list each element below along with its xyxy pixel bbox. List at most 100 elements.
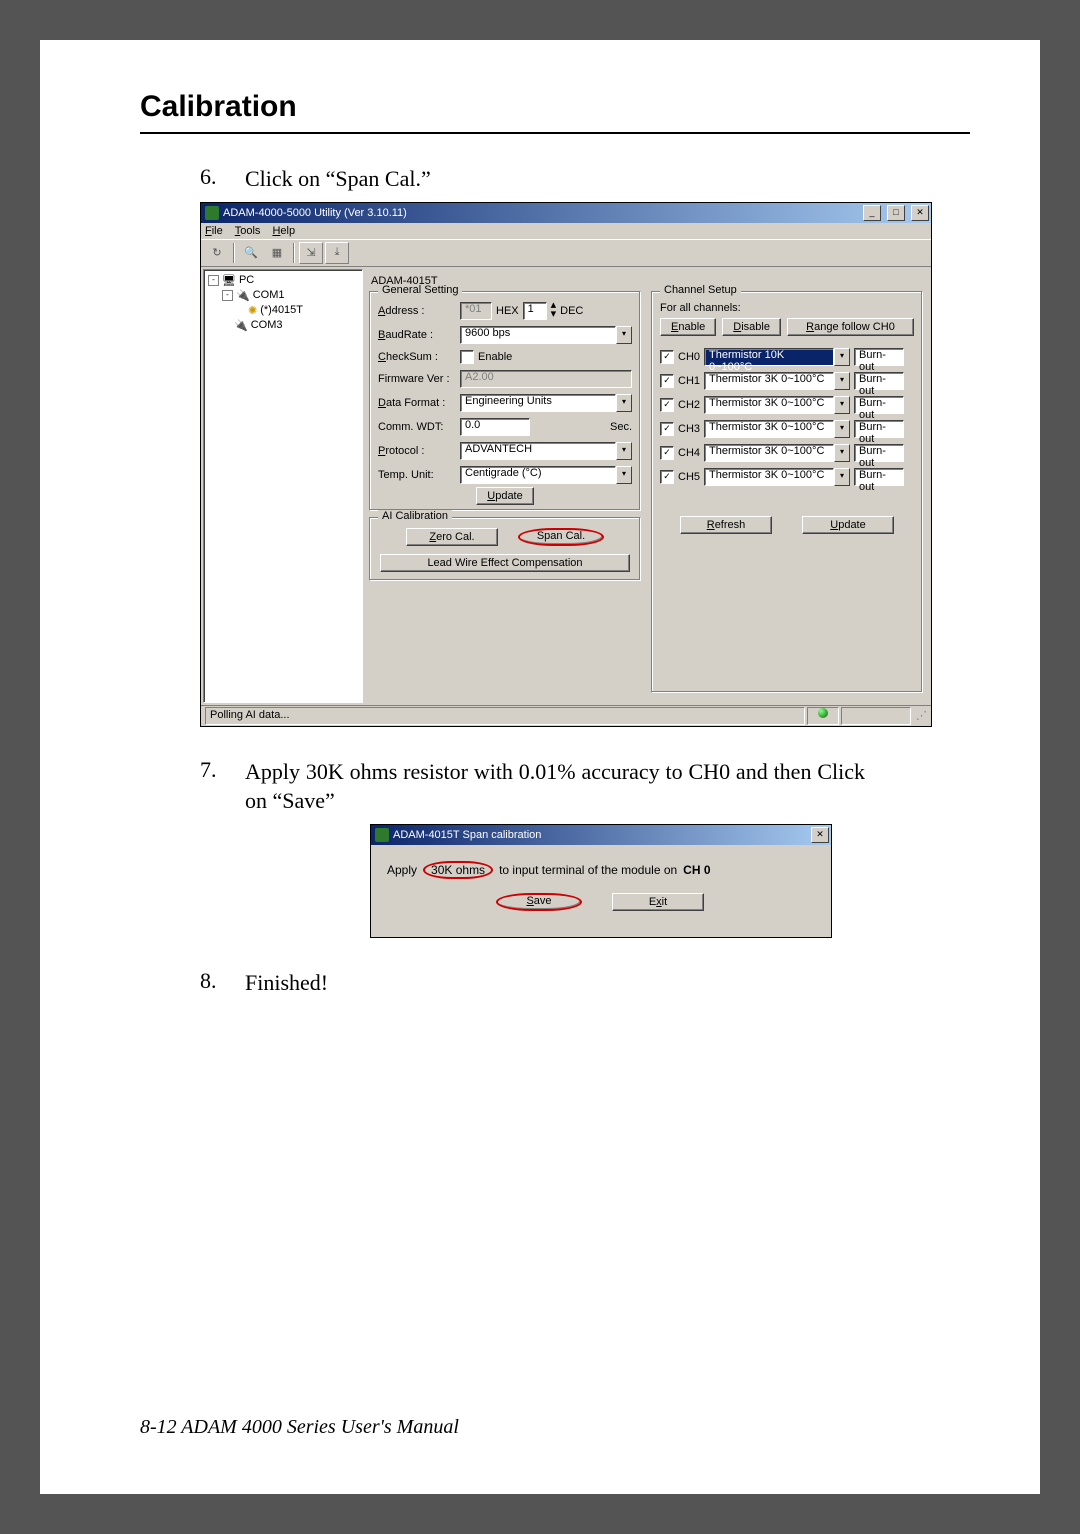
chevron-down-icon[interactable]: ▾	[616, 326, 632, 344]
chevron-down-icon[interactable]: ▾	[834, 444, 850, 462]
channels-enable-button[interactable]: Enable	[660, 318, 716, 336]
checksum-checkbox[interactable]	[460, 350, 474, 364]
channel-range-combo[interactable]: Thermistor 3K 0~100°C	[704, 468, 834, 486]
channel-enable-checkbox[interactable]: ✓	[660, 374, 674, 388]
span-cal-dialog: ADAM-4015T Span calibration ✕ Apply 30K …	[370, 824, 832, 938]
port-icon: 🔌	[236, 289, 250, 302]
channel-burnout-field[interactable]: Burn-out	[854, 468, 904, 486]
channel-burnout-field[interactable]: Burn-out	[854, 444, 904, 462]
range-follow-button[interactable]: Range follow CH0	[787, 318, 914, 336]
dialog-close-button[interactable]: ✕	[811, 827, 829, 843]
channel-index-label: CH2	[678, 399, 700, 411]
channel-enable-checkbox[interactable]: ✓	[660, 446, 674, 460]
channel-range-combo[interactable]: Thermistor 3K 0~100°C	[704, 372, 834, 390]
toolbar-save-icon[interactable]: ⤓	[325, 242, 349, 264]
tree-collapse-icon[interactable]: -	[222, 290, 233, 301]
chevron-down-icon[interactable]: ▾	[834, 348, 850, 366]
toolbar-refresh-icon[interactable]: ↻	[205, 242, 229, 264]
channel-enable-checkbox[interactable]: ✓	[660, 398, 674, 412]
lead-wire-comp-button[interactable]: Lead Wire Effect Compensation	[380, 554, 631, 572]
hex-label: HEX	[496, 305, 519, 317]
dialog-save-button[interactable]: Save	[496, 893, 582, 911]
chevron-down-icon[interactable]: ▾	[616, 394, 632, 412]
address-hex-input[interactable]: *01	[460, 302, 492, 320]
channel-row: ✓CH4Thermistor 3K 0~100°C▾Burn-out	[660, 444, 914, 462]
tempunit-combo[interactable]: Centigrade (°C)	[460, 466, 616, 484]
baud-combo[interactable]: 9600 bps	[460, 326, 616, 344]
protocol-combo[interactable]: ADVANTECH	[460, 442, 616, 460]
maximize-button[interactable]: □	[887, 205, 905, 221]
channel-burnout-field[interactable]: Burn-out	[854, 420, 904, 438]
firmware-label: Firmware Ver :	[378, 373, 456, 385]
wdt-unit: Sec.	[610, 421, 632, 433]
channel-range-combo[interactable]: Thermistor 10K 0~100°C	[704, 348, 834, 366]
channel-burnout-field[interactable]: Burn-out	[854, 348, 904, 366]
span-cal-button[interactable]: Span Cal.	[518, 528, 604, 546]
resize-grip-icon[interactable]: ⋰	[913, 709, 927, 722]
channel-range-combo[interactable]: Thermistor 3K 0~100°C	[704, 420, 834, 438]
chevron-down-icon[interactable]: ▾	[834, 396, 850, 414]
toolbar: ↻ 🔍 ▦ ⇲ ⤓	[201, 239, 931, 267]
channel-burnout-field[interactable]: Burn-out	[854, 396, 904, 414]
step6-text: Click on “Span Cal.”	[245, 164, 431, 194]
chevron-down-icon[interactable]: ▾	[616, 466, 632, 484]
channel-range-combo[interactable]: Thermistor 3K 0~100°C	[704, 396, 834, 414]
dialog-title: ADAM-4015T Span calibration	[393, 829, 541, 841]
status-text: Polling AI data...	[205, 707, 805, 725]
chevron-down-icon[interactable]: ▾	[834, 420, 850, 438]
toolbar-search-icon[interactable]: 🔍	[239, 242, 263, 264]
minimize-button[interactable]: _	[863, 205, 881, 221]
app-icon	[375, 828, 389, 842]
chevron-down-icon[interactable]: ▾	[834, 468, 850, 486]
channel-enable-checkbox[interactable]: ✓	[660, 422, 674, 436]
menu-help[interactable]: Help	[272, 225, 295, 237]
channels-refresh-button[interactable]: Refresh	[680, 516, 772, 534]
channel-setup-group: Channel Setup For all channels: Enable D…	[651, 291, 923, 693]
general-update-button[interactable]: Update	[476, 487, 533, 505]
tempunit-label: Temp. Unit:	[378, 469, 456, 481]
window-title: ADAM-4000-5000 Utility (Ver 3.10.11)	[223, 207, 407, 219]
firmware-input: A2.00	[460, 370, 632, 388]
spinner-down-icon[interactable]: ▾	[551, 311, 557, 320]
step6-number: 6.	[200, 164, 245, 194]
tree-com1[interactable]: COM1	[253, 289, 285, 301]
chevron-down-icon[interactable]: ▾	[834, 372, 850, 390]
tree-pc[interactable]: PC	[239, 274, 254, 286]
address-label: Address :	[378, 305, 456, 317]
chevron-down-icon[interactable]: ▾	[616, 442, 632, 460]
dialog-channel-label: CH 0	[683, 863, 710, 877]
channels-disable-button[interactable]: Disable	[722, 318, 781, 336]
app-icon	[205, 206, 219, 220]
channel-enable-checkbox[interactable]: ✓	[660, 470, 674, 484]
wdt-input[interactable]: 0.0	[460, 418, 530, 436]
toolbar-terminal-icon[interactable]: ▦	[265, 242, 289, 264]
general-setting-group: General Setting Address : *01 HEX 1 ▴ ▾	[369, 291, 641, 511]
dialog-apply-label: Apply	[387, 863, 417, 877]
toolbar-export-icon[interactable]: ⇲	[299, 242, 323, 264]
utility-window: ADAM-4000-5000 Utility (Ver 3.10.11) _ □…	[200, 202, 932, 727]
zero-cal-button[interactable]: Zero Cal.	[406, 528, 498, 546]
menu-file[interactable]: File	[205, 225, 223, 237]
baud-label: BaudRate :	[378, 329, 456, 341]
dialog-exit-button[interactable]: Exit	[612, 893, 704, 911]
dataformat-combo[interactable]: Engineering Units	[460, 394, 616, 412]
channels-update-button[interactable]: Update	[802, 516, 894, 534]
channel-index-label: CH0	[678, 351, 700, 363]
checksum-label: CheckSum :	[378, 351, 456, 363]
tree-collapse-icon[interactable]: -	[208, 275, 219, 286]
statusbar: Polling AI data... ⋰	[201, 705, 931, 726]
menu-tools[interactable]: Tools	[235, 225, 261, 237]
tree-module[interactable]: (*)4015T	[260, 304, 303, 316]
module-icon: ✺	[248, 304, 257, 317]
channel-enable-checkbox[interactable]: ✓	[660, 350, 674, 364]
status-led-icon	[807, 707, 839, 725]
checksum-enable-label: Enable	[478, 351, 512, 363]
channel-burnout-field[interactable]: Burn-out	[854, 372, 904, 390]
tree-com3[interactable]: COM3	[251, 319, 283, 331]
titlebar[interactable]: ADAM-4000-5000 Utility (Ver 3.10.11) _ □…	[201, 203, 931, 223]
protocol-label: Protocol :	[378, 445, 456, 457]
close-button[interactable]: ✕	[911, 205, 929, 221]
device-tree[interactable]: - 🖥 PC - 🔌 COM1 ✺ (*)4015T 🔌 COM3	[203, 269, 363, 703]
address-dec-input[interactable]: 1	[523, 302, 547, 320]
channel-range-combo[interactable]: Thermistor 3K 0~100°C	[704, 444, 834, 462]
